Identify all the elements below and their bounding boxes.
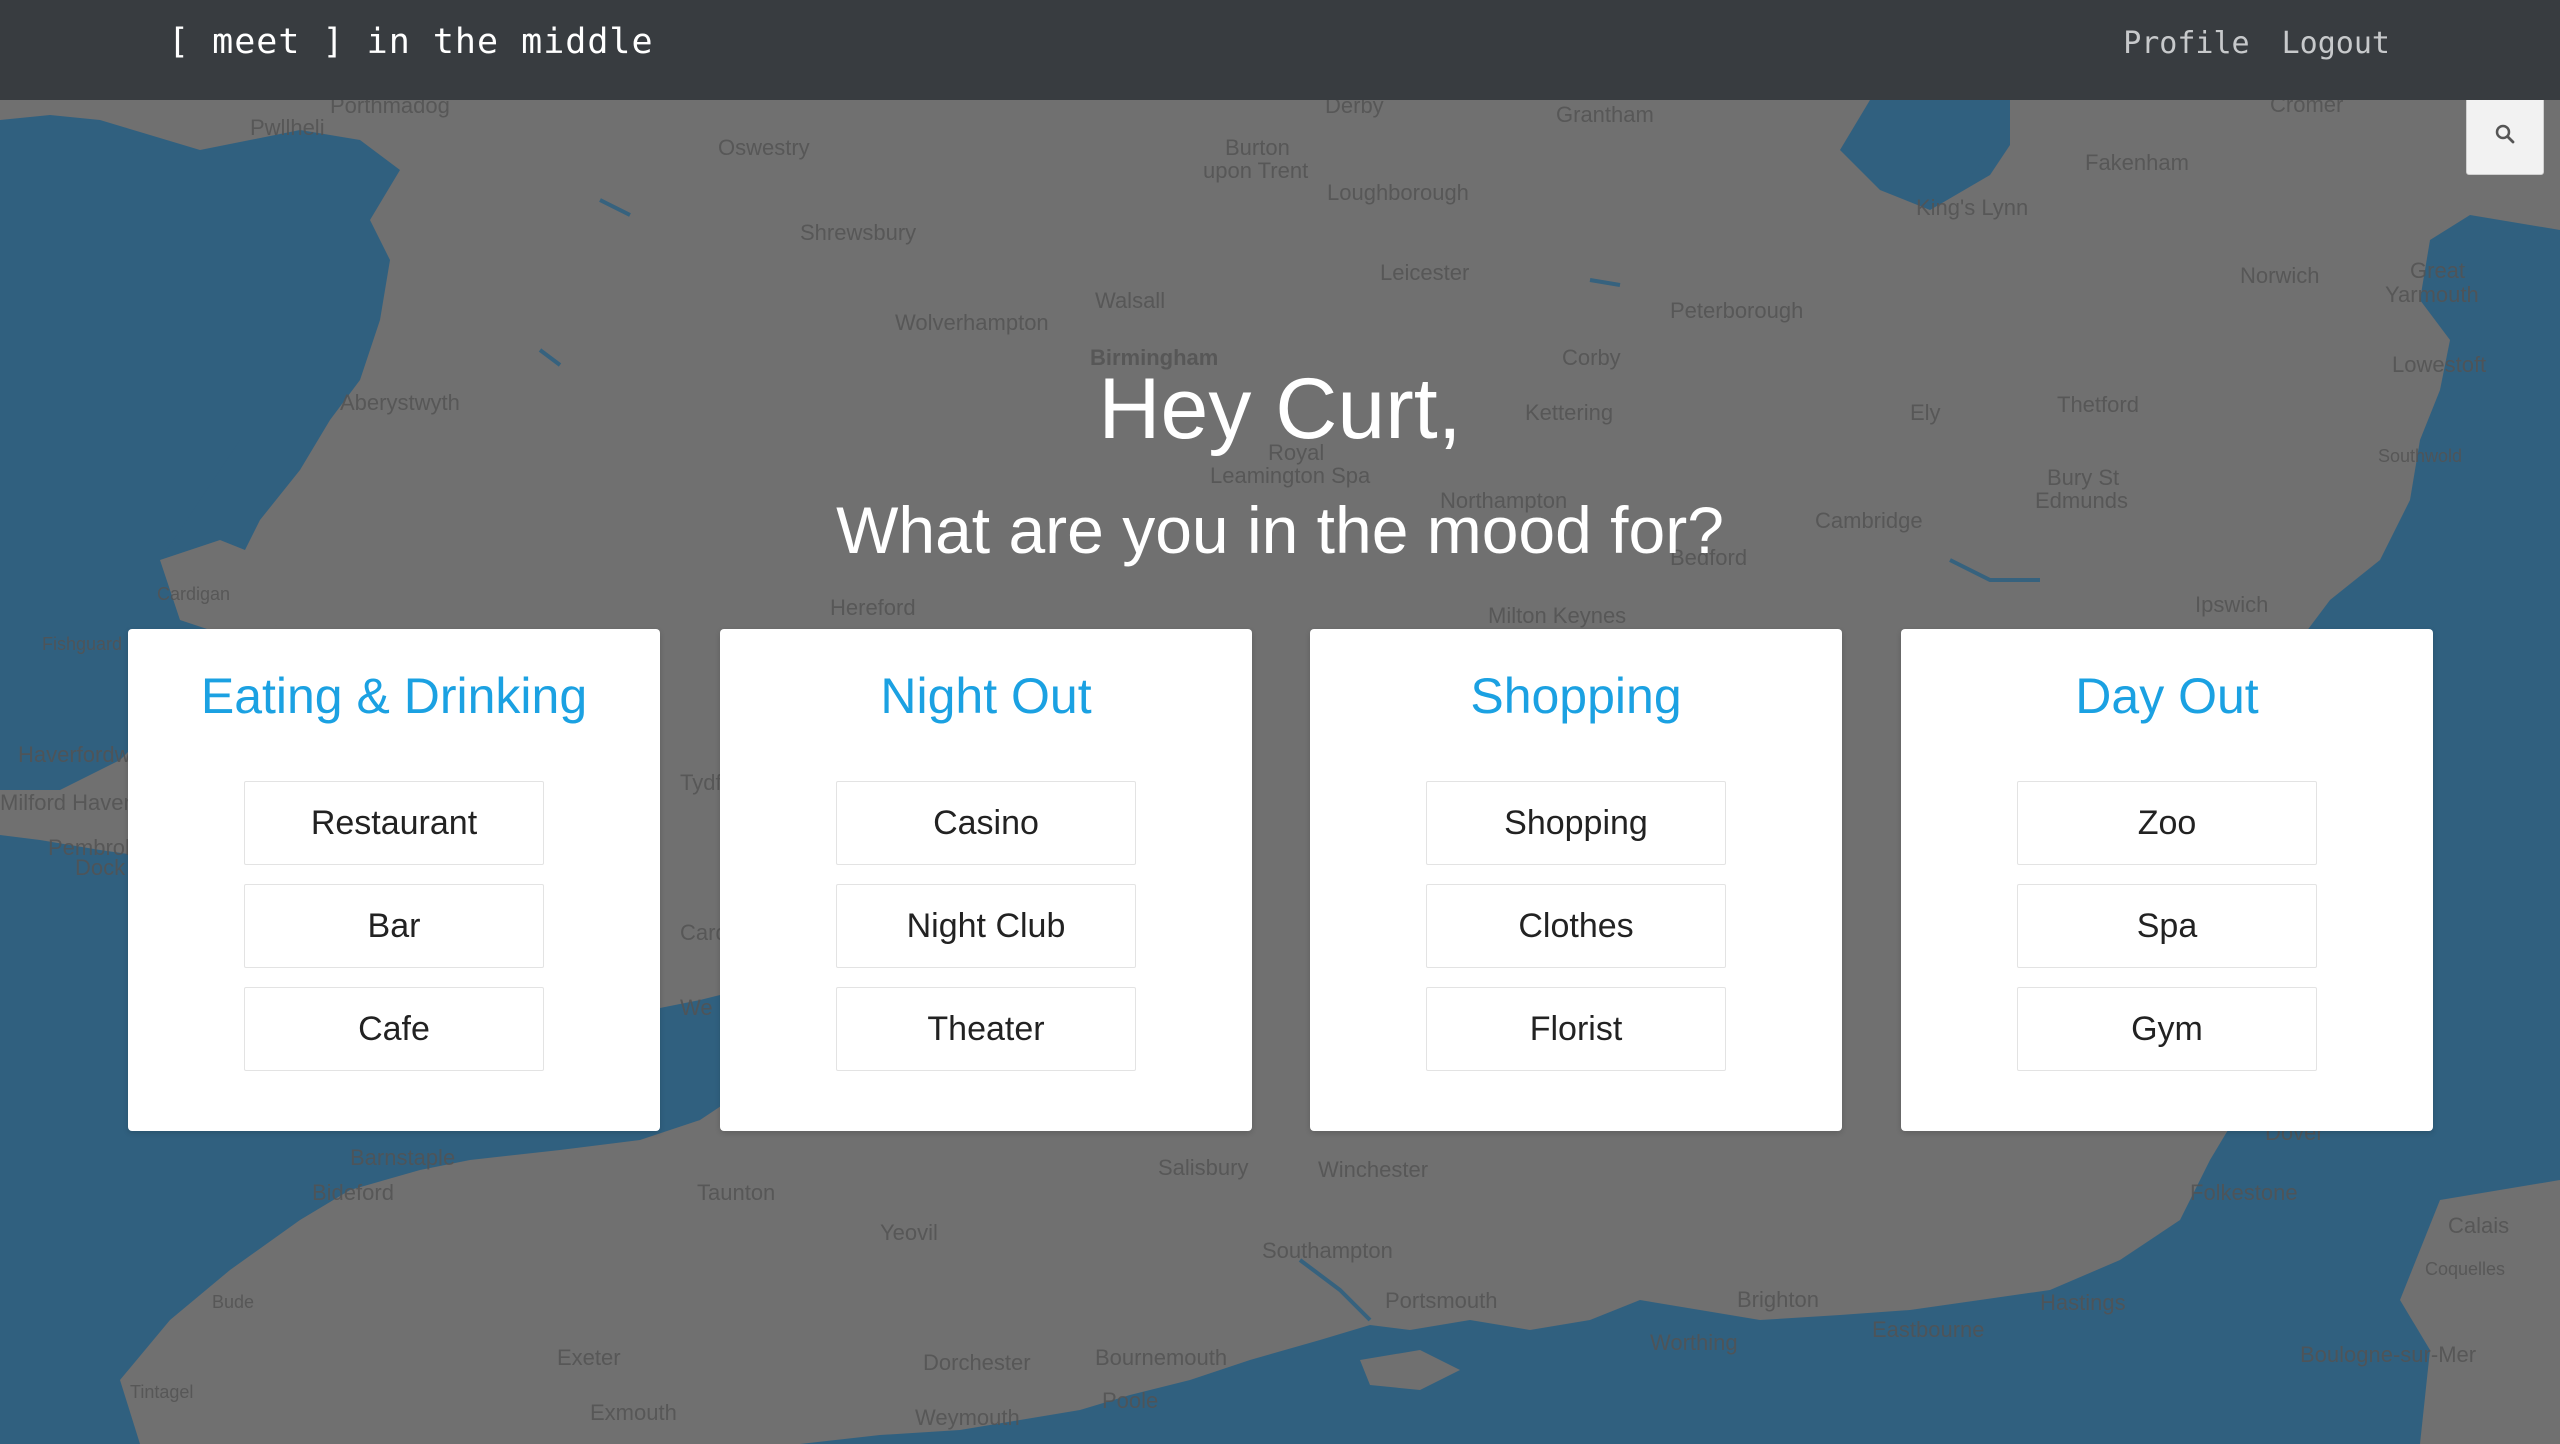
card-title: Day Out bbox=[2075, 668, 2259, 724]
card-title: Eating & Drinking bbox=[200, 668, 588, 724]
mood-question: What are you in the mood for? bbox=[836, 493, 1724, 567]
option-clothes-button[interactable]: Clothes bbox=[1426, 884, 1726, 968]
nav-links: Profile Logout bbox=[2123, 26, 2390, 61]
option-shopping-button[interactable]: Shopping bbox=[1426, 781, 1726, 865]
map-search-button[interactable] bbox=[2466, 97, 2544, 175]
search-icon bbox=[2494, 123, 2516, 150]
option-night-club-button[interactable]: Night Club bbox=[836, 884, 1136, 968]
category-card-eating-drinking: Eating & Drinking Restaurant Bar Cafe bbox=[128, 629, 660, 1131]
option-restaurant-button[interactable]: Restaurant bbox=[244, 781, 544, 865]
category-card-day-out: Day Out Zoo Spa Gym bbox=[1901, 629, 2433, 1131]
card-title: Night Out bbox=[880, 668, 1092, 724]
option-spa-button[interactable]: Spa bbox=[2017, 884, 2317, 968]
card-title: Shopping bbox=[1470, 668, 1682, 724]
category-card-shopping: Shopping Shopping Clothes Florist bbox=[1310, 629, 1842, 1131]
option-casino-button[interactable]: Casino bbox=[836, 781, 1136, 865]
greeting-heading: Hey Curt, bbox=[1098, 361, 1462, 457]
option-gym-button[interactable]: Gym bbox=[2017, 987, 2317, 1071]
brand-logo[interactable]: [ meet ] in the middle bbox=[168, 22, 654, 62]
logout-link[interactable]: Logout bbox=[2282, 26, 2390, 61]
option-florist-button[interactable]: Florist bbox=[1426, 987, 1726, 1071]
option-cafe-button[interactable]: Cafe bbox=[244, 987, 544, 1071]
option-theater-button[interactable]: Theater bbox=[836, 987, 1136, 1071]
category-card-night-out: Night Out Casino Night Club Theater bbox=[720, 629, 1252, 1131]
option-zoo-button[interactable]: Zoo bbox=[2017, 781, 2317, 865]
option-bar-button[interactable]: Bar bbox=[244, 884, 544, 968]
top-navbar: [ meet ] in the middle Profile Logout bbox=[0, 0, 2560, 100]
profile-link[interactable]: Profile bbox=[2123, 26, 2249, 61]
